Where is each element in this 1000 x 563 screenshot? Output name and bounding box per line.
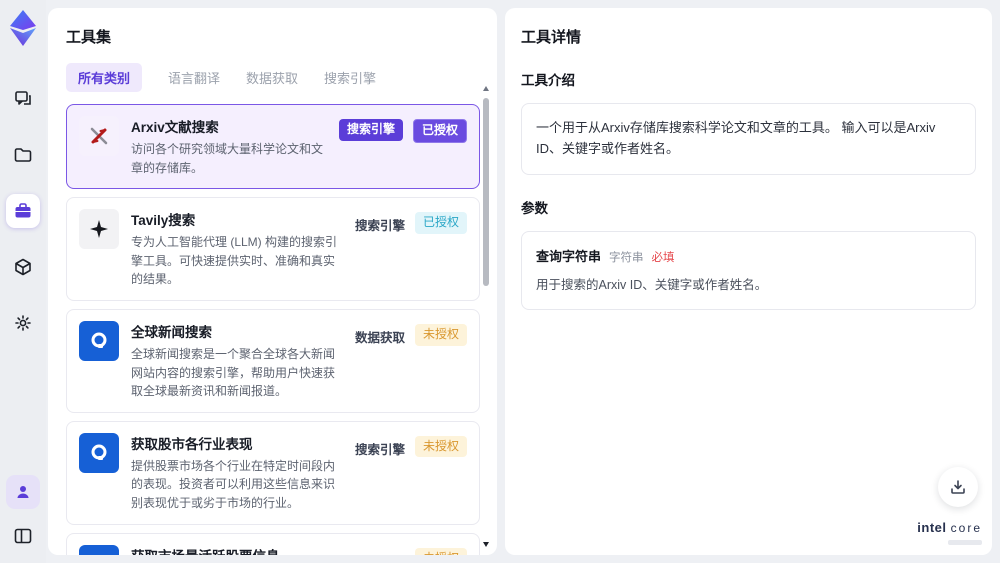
brand-underline: [948, 540, 982, 545]
param-type: 字符串: [609, 251, 644, 264]
param-description: 用于搜索的Arxiv ID、关键字或作者姓名。: [536, 277, 768, 292]
sidebar-item-plugins[interactable]: [6, 250, 40, 284]
tool-description: 提供股票市场各个行业在特定时间段内的表现。投资者可以利用这些信息来识别表现优于或…: [131, 458, 336, 510]
sidebar-item-tools[interactable]: [6, 194, 40, 228]
chat-icon: [15, 91, 31, 105]
auth-status-badge: 已授权: [414, 212, 467, 234]
tool-list: Arxiv文献搜索 访问各个研究领域大量科学论文和文章的存储库。 搜索引擎 已授…: [66, 104, 480, 555]
blue-q-logo-icon: [79, 432, 119, 473]
param-required-label: 必填: [651, 251, 675, 264]
category-label: 搜索引擎: [354, 219, 405, 234]
scroll-up-arrow-icon[interactable]: [483, 86, 489, 91]
collapse-panel-icon: [14, 528, 32, 544]
folder-icon: [14, 148, 32, 162]
tool-name: 获取股市各行业表现: [131, 436, 253, 452]
tools-panel: 工具集 所有类别 语言翻译 数据获取 搜索引擎 Arxiv文献搜索 访问各个研究…: [48, 8, 497, 555]
sidebar-item-collapse[interactable]: [6, 519, 40, 553]
scroll-down-arrow-icon[interactable]: [483, 542, 489, 547]
tool-card-tavily[interactable]: Tavily搜索 专为人工智能代理 (LLM) 构建的搜索引擎工具。可快速提供实…: [66, 197, 480, 301]
tool-name: Arxiv文献搜索: [131, 120, 219, 135]
tool-card-arxiv[interactable]: Arxiv文献搜索 访问各个研究领域大量科学论文和文章的存储库。 搜索引擎 已授…: [66, 104, 480, 190]
page-title: 工具集: [66, 29, 112, 46]
tool-card-most-active-stocks[interactable]: 获取市场最活跃股票信息 提供当天交易量最高的股票列表，投资者可以利用这些信息来识…: [66, 532, 480, 556]
tool-description: 专为人工智能代理 (LLM) 构建的搜索引擎工具。可快速提供实时、准确和真实的结…: [131, 235, 338, 287]
tool-name: Tavily搜索: [131, 213, 196, 229]
params-heading: 参数: [521, 200, 548, 216]
intel-core-logo: intel core: [917, 519, 982, 545]
app-sidebar: [0, 0, 46, 563]
sparkle-star-icon: [79, 209, 119, 250]
category-tabs: 所有类别 语言翻译 数据获取 搜索引擎: [66, 63, 497, 92]
tool-name: 获取市场最活跃股票信息: [131, 545, 343, 555]
param-item: 查询字符串 字符串 必填 用于搜索的Arxiv ID、关键字或作者姓名。: [521, 230, 976, 310]
auth-status-badge: 未授权: [414, 323, 467, 346]
download-button[interactable]: [938, 467, 978, 507]
tab-translation[interactable]: 语言翻译: [168, 68, 220, 87]
tool-description: 访问各个研究领域大量科学论文和文章的存储库。: [131, 142, 324, 175]
detail-title: 工具详情: [521, 29, 582, 46]
sidebar-item-settings[interactable]: [6, 306, 40, 340]
tab-all-categories[interactable]: 所有类别: [66, 63, 143, 92]
tool-detail-panel: 工具详情 工具介绍 一个用于从Arxiv存储库搜索科学论文和文章的工具。 输入可…: [505, 8, 992, 555]
tool-card-sector-performance[interactable]: 获取股市各行业表现 提供股票市场各个行业在特定时间段内的表现。投资者可以利用这些…: [66, 420, 480, 525]
tool-card-global-news[interactable]: 全球新闻搜索 全球新闻搜索是一个聚合全球各大新闻网站内容的搜索引擎，帮助用户快速…: [66, 308, 480, 413]
blue-q-logo-icon: [79, 320, 119, 361]
arxiv-x-icon: [79, 116, 119, 156]
category-label: 搜索引擎: [355, 548, 405, 556]
tab-data-fetch[interactable]: 数据获取: [246, 68, 298, 87]
blue-q-logo-icon: [79, 544, 119, 555]
auth-status-badge: 未授权: [414, 435, 467, 458]
auth-status-badge: 未授权: [414, 547, 467, 555]
app-logo-icon: [10, 10, 36, 46]
tool-intro-box: 一个用于从Arxiv存储库搜索科学论文和文章的工具。 输入可以是Arxiv ID…: [521, 103, 976, 175]
category-label: 数据获取: [354, 330, 405, 345]
tool-description: 全球新闻搜索是一个聚合全球各大新闻网站内容的搜索引擎，帮助用户快速获取全球最新资…: [131, 346, 336, 399]
briefcase-icon: [15, 203, 31, 218]
tab-search-engine[interactable]: 搜索引擎: [324, 68, 376, 87]
cube-icon: [15, 258, 31, 276]
user-icon: [17, 486, 29, 498]
auth-status-badge: 已授权: [412, 119, 467, 143]
scrollbar-thumb[interactable]: [483, 98, 489, 286]
brand-core-text: core: [950, 521, 982, 536]
sidebar-item-chat[interactable]: [6, 82, 40, 116]
list-scrollbar[interactable]: [482, 86, 490, 547]
sidebar-item-files[interactable]: [6, 138, 40, 172]
gear-icon: [15, 315, 31, 331]
sidebar-item-account[interactable]: [6, 475, 40, 509]
category-badge: 搜索引擎: [338, 119, 403, 141]
tool-name: 全球新闻搜索: [131, 324, 212, 340]
brand-intel-text: intel: [917, 520, 947, 536]
category-label: 搜索引擎: [354, 442, 405, 457]
intro-heading: 工具介绍: [521, 73, 575, 88]
download-icon: [951, 480, 965, 494]
param-name: 查询字符串: [536, 248, 602, 264]
